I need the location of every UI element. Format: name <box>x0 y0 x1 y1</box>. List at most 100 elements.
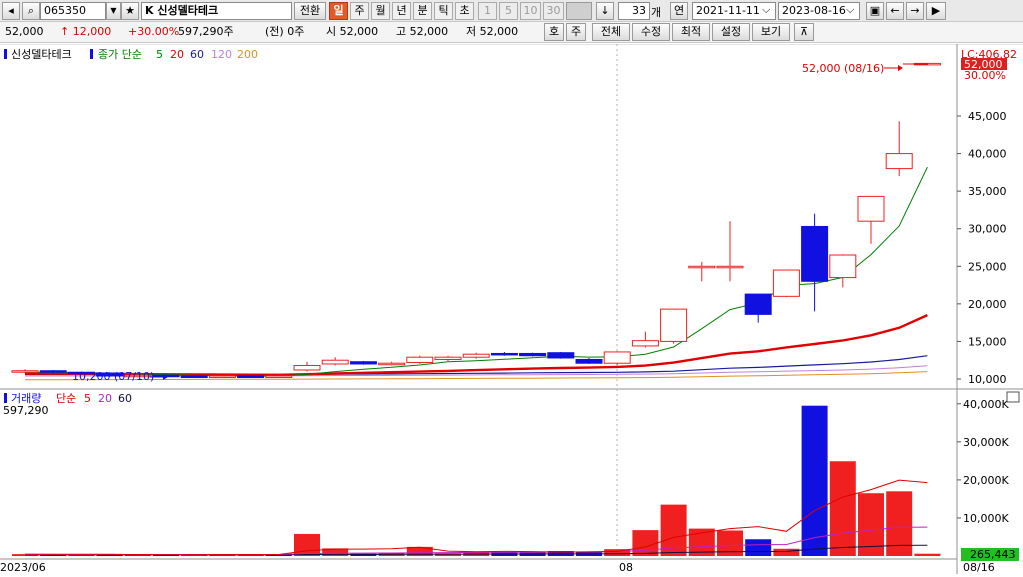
save-icon[interactable]: ▣ <box>866 2 884 20</box>
candle-body <box>631 340 659 347</box>
price-axis-ticks: 10,000 15,000 20,000 25,000 30,000 35,000 40,0… <box>957 110 1007 386</box>
convert-button[interactable]: 전환 <box>294 2 326 20</box>
candle-body <box>11 370 39 373</box>
legend-ma200: 200 <box>237 48 258 61</box>
volume-last-tag-text: 265,443 <box>970 548 1016 561</box>
candle-body <box>547 352 575 359</box>
legend-vma60: 60 <box>118 392 132 405</box>
menu-button-1[interactable]: 전체 <box>592 23 630 41</box>
candle-body <box>39 370 67 373</box>
arrow-right-icon[interactable]: → <box>906 2 924 20</box>
max-price-label: 52,000 (08/16) <box>802 62 884 75</box>
quote-bar: 52,000 ↑ 12,000 +30.00% 597,290주 (전) 0주 … <box>0 22 1023 43</box>
timeframe-10-button[interactable]: 10 <box>520 2 541 20</box>
current-volume-label: 597,290 <box>3 404 49 417</box>
max-price-arrow-head <box>898 65 903 71</box>
volume-bar <box>914 553 941 556</box>
volume-bars <box>12 405 941 556</box>
prev-volume: (전) 0주 <box>265 25 305 38</box>
blank-button[interactable] <box>566 2 592 20</box>
candle-body <box>406 356 434 363</box>
prev-stock-button[interactable]: ◂ <box>2 2 20 20</box>
pin-icon[interactable]: ⊼ <box>794 23 814 41</box>
timeframe-6-button[interactable]: 틱 <box>434 2 453 20</box>
candle-body <box>801 225 829 282</box>
candle-body <box>321 359 349 365</box>
price-tick-label: 20,000 <box>968 298 1007 311</box>
search-icon[interactable]: ⌕ <box>22 2 40 20</box>
volume-moving-averages <box>24 479 928 556</box>
year-button[interactable]: 연 <box>670 2 688 20</box>
legend-vma20: 20 <box>98 392 112 405</box>
arrow-down-icon[interactable]: ↓ <box>596 2 614 20</box>
timeframe-3-button[interactable]: 월 <box>371 2 390 20</box>
chart-area[interactable]: 10,000 15,000 20,000 25,000 30,000 35,000 40,0… <box>0 43 1023 574</box>
chart-toolbar: ◂ ⌕ 065350 ▼ ★ K 신성델타테크 전환 일 주 월 년 분 틱 초 1 5 10 30… <box>0 0 1023 22</box>
candle-body <box>772 269 800 297</box>
menu-button-4[interactable]: 설정 <box>712 23 750 41</box>
ho-button[interactable]: 호 <box>544 23 564 41</box>
candle-body <box>293 364 321 371</box>
candle-body <box>660 308 688 342</box>
arrow-left-icon[interactable]: ← <box>886 2 904 20</box>
favorite-star-icon[interactable]: ★ <box>121 2 139 20</box>
stock-chart[interactable]: 10,000 15,000 20,000 25,000 30,000 35,000 40,0… <box>0 43 1023 574</box>
legend-ma5: 5 <box>156 48 163 61</box>
price-tick-label: 40,000 <box>968 148 1007 161</box>
price-tick-label: 30,000 <box>968 223 1007 236</box>
price-change-percent: +30.00% <box>128 25 180 38</box>
timeframe-1-button[interactable]: 일 <box>329 2 348 20</box>
volume-bar <box>773 548 800 556</box>
candle-body <box>237 375 265 378</box>
candle-body <box>744 293 772 315</box>
volume-value: 597,290주 <box>178 25 234 38</box>
pct-tag: 30.00% <box>964 69 1006 82</box>
candle-body <box>829 254 857 279</box>
play-icon[interactable]: ▶ <box>926 2 946 20</box>
date-label-mid: 08 <box>619 561 633 574</box>
code-dropdown-icon[interactable]: ▼ <box>106 2 121 20</box>
start-date-dropdown-icon[interactable]: ⌵ <box>762 3 770 17</box>
candle-body <box>434 356 462 360</box>
date-label-right: 08/16 <box>963 561 995 574</box>
menu-button-3[interactable]: 최적 <box>672 23 710 41</box>
menu-button-2[interactable]: 수정 <box>632 23 670 41</box>
price-change: ↑ 12,000 <box>60 25 112 38</box>
candle-body <box>208 375 236 378</box>
price-tick-label: 25,000 <box>968 260 1007 273</box>
volume-axis-ticks: 10,000K 20,000K 30,000K 40,000K <box>957 398 1009 525</box>
panel-maximize-icon[interactable] <box>1006 391 1020 403</box>
candle-body <box>688 265 716 269</box>
legend-ma120: 120 <box>211 48 232 61</box>
count-input[interactable]: 33 <box>618 2 650 20</box>
timeframe-11-button[interactable]: 30 <box>543 2 564 20</box>
menu-button-5[interactable]: 보기 <box>752 23 790 41</box>
ju-button[interactable]: 주 <box>566 23 586 41</box>
timeframe-9-button[interactable]: 5 <box>499 2 518 20</box>
candle-body <box>265 375 293 378</box>
candles <box>11 62 941 378</box>
volume-tick-label: 30,000K <box>963 436 1009 449</box>
volume-bar <box>632 530 659 556</box>
high-price: 고 52,000 <box>396 25 449 38</box>
stock-code-input[interactable]: 065350 <box>40 2 106 20</box>
timeframe-7-button[interactable]: 초 <box>455 2 474 20</box>
candle-body <box>603 351 631 364</box>
price-tick-label: 35,000 <box>968 185 1007 198</box>
timeframe-5-button[interactable]: 분 <box>413 2 432 20</box>
ma-legend-marker <box>90 49 93 59</box>
candle-body <box>378 362 406 366</box>
stock-legend-marker <box>4 49 7 59</box>
count-unit: 개 <box>651 6 662 19</box>
end-date-dropdown-icon[interactable]: ⌵ <box>846 3 854 17</box>
candle-body <box>857 195 885 222</box>
legend-stock-name: 신성델타테크 <box>11 48 72 61</box>
open-price: 시 52,000 <box>326 25 379 38</box>
legend-ma20: 20 <box>170 48 184 61</box>
candle-body <box>462 353 490 358</box>
current-price: 52,000 <box>5 25 44 38</box>
timeframe-8-button[interactable]: 1 <box>478 2 497 20</box>
timeframe-4-button[interactable]: 년 <box>392 2 411 20</box>
legend-vma5: 5 <box>84 392 91 405</box>
timeframe-2-button[interactable]: 주 <box>350 2 369 20</box>
